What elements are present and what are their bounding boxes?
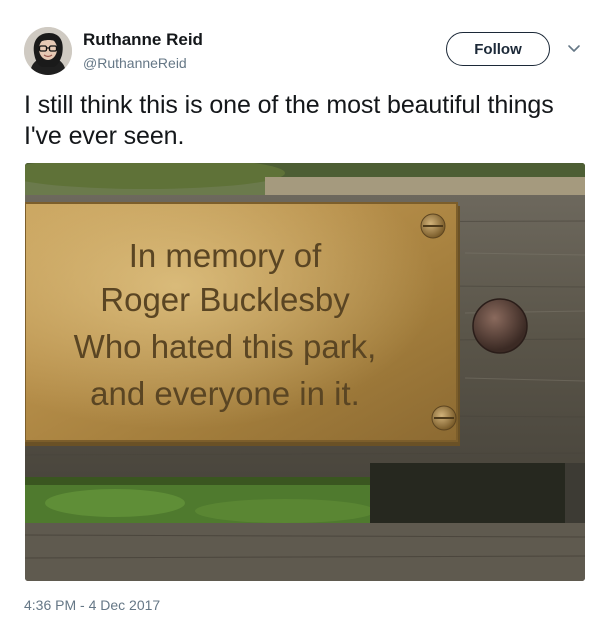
- author-name[interactable]: Ruthanne Reid: [83, 30, 203, 50]
- plaque-line-1: In memory of: [129, 237, 322, 274]
- plaque-line-2: Roger Bucklesby: [100, 281, 350, 318]
- author-handle[interactable]: @RuthanneReid: [83, 55, 187, 71]
- tweet-timestamp[interactable]: 4:36 PM - 4 Dec 2017: [24, 597, 160, 613]
- tweet-text: I still think this is one of the most be…: [24, 91, 554, 150]
- plaque-line-3: Who hated this park,: [74, 328, 377, 365]
- follow-button[interactable]: Follow: [446, 32, 550, 66]
- plaque-line-4: and everyone in it.: [90, 375, 360, 412]
- tweet-photo[interactable]: In memory of Roger Bucklesby Who hated t…: [25, 163, 585, 581]
- avatar[interactable]: [24, 27, 72, 75]
- chevron-down-icon[interactable]: [566, 40, 582, 56]
